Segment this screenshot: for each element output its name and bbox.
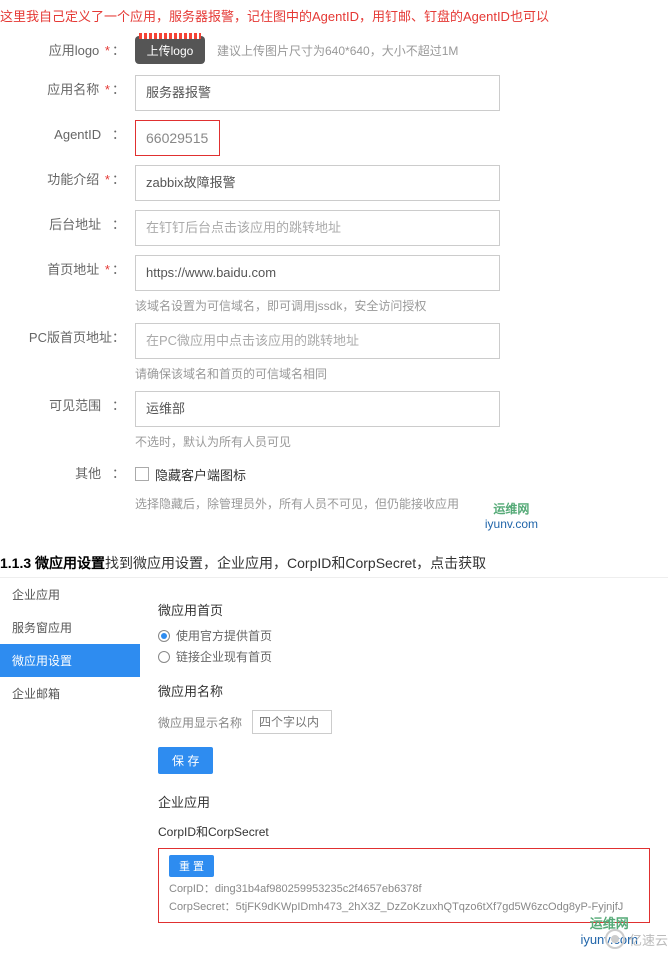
row-feature: 功能介绍 *： (0, 165, 668, 201)
watermark-1: 运维网 iyunv.com (485, 500, 538, 531)
backend-input[interactable] (135, 210, 500, 246)
sidebar: 企业应用 服务窗应用 微应用设置 企业邮箱 (0, 578, 140, 953)
homepage-input[interactable] (135, 255, 500, 291)
corpid-text: CorpID：ding31b4af980259953235c2f4657eb63… (169, 881, 639, 899)
sidebar-item-enterprise-app[interactable]: 企业应用 (0, 578, 140, 611)
label-scope: 可见范围 ： (0, 391, 135, 421)
row-name: 应用名称 *： (0, 75, 668, 111)
label-logo: 应用logo *： (0, 36, 135, 66)
upload-hint: 建议上传图片尺寸为640*640，大小不超过1M (217, 42, 458, 59)
scope-input[interactable] (135, 391, 500, 427)
row-scope: 可见范围 ： 不选时，默认为所有人员可见 (0, 391, 668, 450)
label-other: 其他 ： (0, 459, 135, 489)
yisu-logo-icon (605, 929, 625, 949)
corp-secret-box: 重 置 CorpID：ding31b4af980259953235c2f4657… (158, 848, 650, 923)
corpsecret-text: CorpSecret：5tjFK9dKWpIDmh473_2hX3Z_DzZoK… (169, 899, 639, 917)
micro-name-sublabel: 微应用显示名称 (158, 714, 242, 731)
scope-hint: 不选时，默认为所有人员可见 (135, 433, 668, 450)
pcurl-input[interactable] (135, 323, 500, 359)
sidebar-item-microapp-settings[interactable]: 微应用设置 (0, 644, 140, 677)
micro-name-title: 微应用名称 (158, 681, 650, 700)
corp-title: 企业应用 (158, 792, 650, 811)
section-1-1-3: 1.1.3 微应用设置找到微应用设置，企业应用，CorpID和CorpSecre… (0, 549, 668, 577)
app-name-input[interactable] (135, 75, 500, 111)
label-agentid: AgentID ： (0, 120, 135, 150)
pcurl-hint: 请确保该域名和首页的可信域名相同 (135, 365, 668, 382)
feature-input[interactable] (135, 165, 500, 201)
corp-subtitle: CorpID和CorpSecret (158, 823, 650, 840)
label-feature: 功能介绍 *： (0, 165, 135, 195)
intro-text: 这里我自己定义了一个应用，服务器报警，记住图中的AgentID，用钉邮、钉盘的A… (0, 0, 668, 27)
hide-icon-label: 隐藏客户端图标 (155, 465, 246, 484)
row-other: 其他 ： 隐藏客户端图标 选择隐藏后，除管理员外，所有人员不可见，但仍能接收应用 (0, 459, 668, 512)
label-name: 应用名称 *： (0, 75, 135, 105)
row-backend: 后台地址 ： (0, 210, 668, 246)
reset-button[interactable]: 重 置 (169, 855, 214, 877)
row-logo: 应用logo *： 上传logo 建议上传图片尺寸为640*640，大小不超过1… (0, 36, 668, 66)
agentid-value: 66029515 (135, 120, 220, 156)
row-agentid: AgentID ： 66029515 (0, 120, 668, 156)
upload-logo-button[interactable]: 上传logo (135, 36, 205, 64)
label-pcurl: PC版首页地址： (0, 323, 135, 353)
save-button[interactable]: 保 存 (158, 747, 213, 774)
app-form: 应用logo *： 上传logo 建议上传图片尺寸为640*640，大小不超过1… (0, 36, 668, 531)
hide-icon-checkbox[interactable] (135, 467, 149, 481)
main-area: 微应用首页 使用官方提供首页 链接企业现有首页 微应用名称 微应用显示名称 保 … (140, 578, 668, 953)
label-backend: 后台地址 ： (0, 210, 135, 240)
yisu-watermark: 亿速云 (605, 929, 668, 949)
row-homepage: 首页地址 *： 该域名设置为可信域名，即可调用jssdk，安全访问授权 (0, 255, 668, 314)
radio-link[interactable]: 链接企业现有首页 (158, 648, 650, 665)
sidebar-item-mail[interactable]: 企业邮箱 (0, 677, 140, 710)
label-homepage: 首页地址 *： (0, 255, 135, 285)
sidebar-item-service[interactable]: 服务窗应用 (0, 611, 140, 644)
micro-name-input[interactable] (252, 710, 332, 734)
settings-panel: 企业应用 服务窗应用 微应用设置 企业邮箱 微应用首页 使用官方提供首页 链接企… (0, 577, 668, 953)
radio-official[interactable]: 使用官方提供首页 (158, 627, 650, 644)
homepage-hint: 该域名设置为可信域名，即可调用jssdk，安全访问授权 (135, 297, 668, 314)
micro-home-title: 微应用首页 (158, 600, 650, 619)
other-hint: 选择隐藏后，除管理员外，所有人员不可见，但仍能接收应用 (135, 495, 668, 512)
row-pcurl: PC版首页地址： 请确保该域名和首页的可信域名相同 (0, 323, 668, 382)
